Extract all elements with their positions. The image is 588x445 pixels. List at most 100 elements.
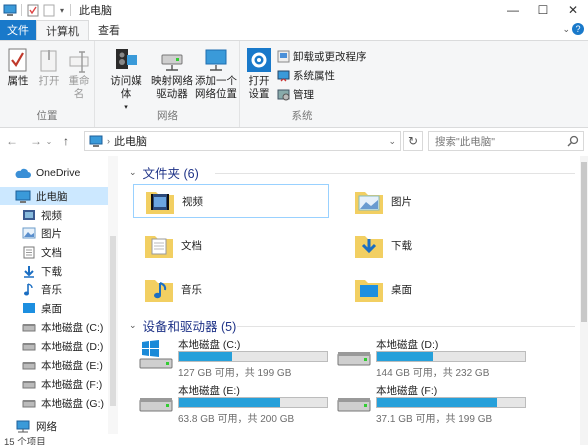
sidebar-item-drive-e[interactable]: 本地磁盘 (E:) xyxy=(0,356,108,374)
sidebar-item-drive-g[interactable]: 本地磁盘 (G:) xyxy=(0,394,108,412)
sidebar-item-label: 文档 xyxy=(41,246,62,259)
folder-label: 桌面 xyxy=(391,283,412,296)
section-divider xyxy=(237,326,575,327)
folder-label: 音乐 xyxy=(181,283,202,296)
drive-capacity: 127 GB 可用，共 199 GB xyxy=(178,368,292,379)
address-bar[interactable]: › 此电脑 ⌄ xyxy=(84,131,401,151)
maximize-button[interactable]: ☐ xyxy=(528,0,558,20)
sidebar-item-desktop[interactable]: 桌面 xyxy=(0,299,108,317)
recent-locations-icon[interactable]: ⌄ xyxy=(44,131,54,151)
add-network-location-icon xyxy=(203,45,229,73)
folder-item-pictures[interactable]: 图片 xyxy=(343,184,539,218)
ribbon-group-system: 打开 设置 卸载或更改程序 系统属性 管理 系统 xyxy=(241,41,367,127)
open-settings-button[interactable]: 打开 设置 xyxy=(245,45,273,101)
ribbon-group-label-system: 系统 xyxy=(291,110,313,122)
folder-label: 图片 xyxy=(391,195,412,208)
drive-usage-bar xyxy=(178,397,328,408)
tab-file[interactable]: 文件 xyxy=(0,20,36,40)
sidebar-item-drive-f[interactable]: 本地磁盘 (F:) xyxy=(0,375,108,393)
folder-item-music[interactable]: 音乐 xyxy=(133,272,329,306)
expand-ribbon-icon[interactable]: ⌄ xyxy=(562,24,570,35)
sidebar-item-this-pc[interactable]: 此电脑 xyxy=(0,187,108,205)
rename-label: 重命名 xyxy=(68,75,90,100)
search-input[interactable]: 搜索"此电脑" xyxy=(428,131,584,151)
content-pane: ⌄ 文件夹 (6) 视频 图片 文档 下载 音乐 桌面 ⌄ 设备和驱动器 (5)… xyxy=(119,156,588,445)
computer-icon xyxy=(15,190,31,203)
folder-item-documents[interactable]: 文档 xyxy=(133,228,329,262)
sidebar-scrollbar[interactable] xyxy=(108,156,118,445)
ribbon-group-label-location: 位置 xyxy=(36,110,58,122)
sidebar-item-label: 音乐 xyxy=(41,283,62,296)
drive-usage-fill xyxy=(179,398,280,407)
open-button[interactable]: 打开 xyxy=(36,45,62,88)
new-folder-qa-icon[interactable] xyxy=(42,3,56,17)
properties-qa-icon[interactable] xyxy=(26,3,40,17)
content-scrollbar[interactable] xyxy=(580,156,588,445)
help-icon[interactable]: ? xyxy=(572,23,584,35)
documents-folder-icon xyxy=(145,236,173,258)
drive-usage-fill xyxy=(377,398,497,407)
window-controls: — ☐ ✕ xyxy=(498,0,588,20)
back-icon[interactable]: ← xyxy=(4,131,20,151)
drive-label: 本地磁盘 (F:) xyxy=(376,385,438,397)
folder-item-videos[interactable]: 视频 xyxy=(133,184,329,218)
rename-button[interactable]: 重命名 xyxy=(64,45,94,101)
sidebar-item-label: 桌面 xyxy=(41,302,62,315)
sidebar-item-drive-d[interactable]: 本地磁盘 (D:) xyxy=(0,337,108,355)
music-icon xyxy=(24,282,33,295)
folder-label: 下载 xyxy=(391,239,412,252)
uninstall-programs-label: 卸载或更改程序 xyxy=(293,51,367,63)
ribbon-group-label-network: 网络 xyxy=(157,110,178,122)
ribbon: 属性 打开 重命名 位置 访问媒体 ▾ 映射网络 驱动器 添加一个 网络位置 网… xyxy=(0,40,588,128)
folder-item-downloads[interactable]: 下载 xyxy=(343,228,539,262)
documents-icon xyxy=(23,246,35,258)
drive-item-c[interactable]: 本地磁盘 (C:) 127 GB 可用，共 199 GB xyxy=(139,336,339,379)
sidebar-item-downloads[interactable]: 下载 xyxy=(0,262,108,280)
drive-usage-bar xyxy=(376,351,526,362)
folder-item-desktop[interactable]: 桌面 xyxy=(343,272,539,306)
title-bar: ▾ 此电脑 — ☐ ✕ xyxy=(0,0,588,20)
drive-capacity: 63.8 GB 可用，共 200 GB xyxy=(178,414,295,425)
sidebar-item-music[interactable]: 音乐 xyxy=(0,280,108,298)
sidebar-item-onedrive[interactable]: OneDrive xyxy=(0,164,108,182)
sidebar-item-drive-c[interactable]: 本地磁盘 (C:) xyxy=(0,318,108,336)
computer-icon xyxy=(89,135,103,147)
manage-button[interactable]: 管理 xyxy=(277,87,314,102)
address-dropdown-icon[interactable]: ⌄ xyxy=(388,136,396,147)
refresh-button[interactable]: ↻ xyxy=(403,131,423,151)
drive-icon xyxy=(22,324,36,332)
up-icon[interactable]: ↑ xyxy=(58,131,74,151)
minimize-button[interactable]: — xyxy=(498,0,528,20)
drive-item-f[interactable]: 本地磁盘 (F:) 37.1 GB 可用，共 199 GB xyxy=(337,382,537,425)
sidebar-item-pictures[interactable]: 图片 xyxy=(0,224,108,242)
sidebar-item-label: 本地磁盘 (D:) xyxy=(41,340,104,353)
access-media-button[interactable]: 访问媒体 ▾ xyxy=(106,45,146,114)
ribbon-tabs: 文件 计算机 查看 ⌄ ? xyxy=(0,20,588,41)
ribbon-group-network: 访问媒体 ▾ 映射网络 驱动器 添加一个 网络位置 网络 xyxy=(96,41,240,127)
drives-section-header[interactable]: ⌄ 设备和驱动器 (5) xyxy=(129,316,236,335)
sidebar-item-network[interactable]: 网络 xyxy=(0,417,108,435)
close-button[interactable]: ✕ xyxy=(558,0,588,20)
sidebar-item-videos[interactable]: 视频 xyxy=(0,206,108,224)
drive-item-e[interactable]: 本地磁盘 (E:) 63.8 GB 可用，共 200 GB xyxy=(139,382,339,425)
drive-item-d[interactable]: 本地磁盘 (D:) 144 GB 可用，共 232 GB xyxy=(337,336,537,379)
tab-computer[interactable]: 计算机 xyxy=(36,20,89,41)
sidebar-item-documents[interactable]: 文档 xyxy=(0,243,108,261)
computer-icon[interactable] xyxy=(3,3,17,17)
properties-button[interactable]: 属性 xyxy=(4,45,32,88)
drive-icon xyxy=(22,400,36,408)
customize-qa-icon[interactable]: ▾ xyxy=(58,3,66,17)
folder-label: 视频 xyxy=(182,195,203,208)
tab-view[interactable]: 查看 xyxy=(89,20,129,40)
folders-section-header[interactable]: ⌄ 文件夹 (6) xyxy=(129,163,199,182)
windows-drive-icon xyxy=(139,340,173,369)
system-properties-button[interactable]: 系统属性 xyxy=(277,68,335,83)
sidebar-item-label: 本地磁盘 (E:) xyxy=(41,359,103,372)
breadcrumb[interactable]: 此电脑 xyxy=(114,133,147,149)
sidebar-scroll-thumb[interactable] xyxy=(110,236,116,406)
content-scroll-thumb[interactable] xyxy=(581,162,587,322)
uninstall-programs-button[interactable]: 卸载或更改程序 xyxy=(277,49,367,64)
map-network-drive-button[interactable]: 映射网络 驱动器 xyxy=(150,45,194,101)
forward-icon[interactable]: → xyxy=(28,131,44,151)
add-network-location-button[interactable]: 添加一个 网络位置 xyxy=(194,45,238,101)
